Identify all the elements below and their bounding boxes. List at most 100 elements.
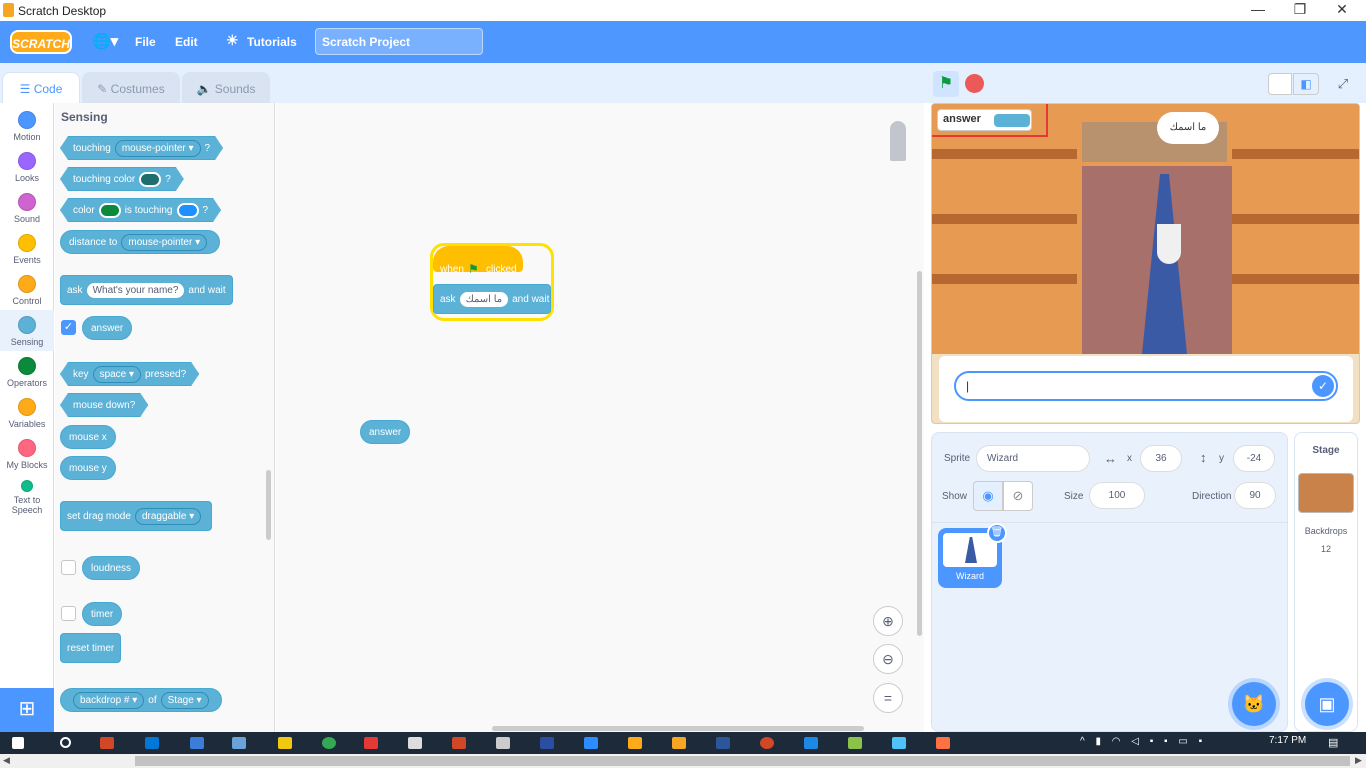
attribute-dropdown[interactable]: backdrop # ▾ bbox=[73, 691, 145, 709]
code-workspace[interactable]: when ⚑ clicked ask ما اسمك and wait answ… bbox=[276, 103, 924, 732]
app-icon[interactable] bbox=[100, 737, 114, 749]
windows-start-icon[interactable] bbox=[12, 737, 24, 749]
zoom-out-icon[interactable]: ⊖ bbox=[873, 644, 903, 674]
block-touching[interactable]: touching mouse-pointer ▾ ? bbox=[60, 136, 223, 160]
app-icon[interactable] bbox=[452, 737, 466, 749]
mail-icon[interactable] bbox=[190, 737, 204, 749]
powerpoint-icon[interactable] bbox=[760, 737, 774, 749]
palette-scrollbar[interactable] bbox=[266, 470, 271, 540]
block-key-pressed[interactable]: key space ▾ pressed? bbox=[60, 362, 199, 386]
category-events[interactable]: Events bbox=[0, 228, 54, 269]
size-input[interactable]: 100 bbox=[1089, 482, 1145, 509]
fullscreen-icon[interactable]: ⤢ bbox=[1330, 73, 1356, 95]
category-text-to-speech[interactable]: Text to Speech bbox=[0, 474, 54, 524]
category-sensing[interactable]: Sensing bbox=[0, 310, 54, 351]
stop-icon[interactable] bbox=[965, 74, 984, 93]
delete-trash-icon[interactable]: 🗑 bbox=[987, 523, 1007, 543]
app-icon[interactable] bbox=[804, 737, 818, 749]
sprite-name-input[interactable]: Wizard bbox=[976, 445, 1090, 472]
block-answer[interactable]: answer bbox=[82, 316, 133, 340]
stage-canvas[interactable]: answer ما اسمك | ✓ bbox=[931, 103, 1360, 424]
category-control[interactable]: Control bbox=[0, 269, 54, 310]
key-dropdown[interactable]: space ▾ bbox=[93, 366, 141, 383]
small-stage-icon[interactable] bbox=[1268, 73, 1292, 95]
scroll-left-icon[interactable]: ◀ bbox=[3, 755, 10, 766]
category-variables[interactable]: Variables bbox=[0, 392, 54, 433]
scratch-taskbar-icon[interactable] bbox=[628, 737, 642, 749]
timer-checkbox[interactable] bbox=[61, 606, 76, 621]
green-flag-icon[interactable]: ⚑ bbox=[933, 71, 959, 97]
submit-check-icon[interactable]: ✓ bbox=[1312, 375, 1334, 397]
block-mouse-y[interactable]: mouse y bbox=[60, 456, 116, 480]
category-motion[interactable]: Motion bbox=[0, 105, 54, 146]
category-operators[interactable]: Operators bbox=[0, 351, 54, 392]
touching-dropdown[interactable]: mouse-pointer ▾ bbox=[115, 140, 201, 157]
scroll-right-icon[interactable]: ▶ bbox=[1355, 755, 1362, 766]
word-icon[interactable] bbox=[716, 737, 730, 749]
distance-dropdown[interactable]: mouse-pointer ▾ bbox=[121, 233, 208, 251]
block-ask-and-wait[interactable]: ask What's your name? and wait bbox=[60, 275, 233, 305]
block-when-flag-clicked[interactable]: when ⚑ clicked bbox=[433, 246, 523, 276]
drag-dropdown[interactable]: draggable ▾ bbox=[134, 507, 202, 525]
project-title-input[interactable]: Scratch Project bbox=[315, 28, 483, 55]
tab-costumes[interactable]: ✎ Costumes bbox=[82, 72, 180, 103]
workspace-vscrollbar[interactable] bbox=[917, 271, 922, 636]
premiere-icon[interactable] bbox=[540, 737, 554, 749]
app-icon[interactable] bbox=[936, 737, 950, 749]
show-visible-icon[interactable]: ◉ bbox=[973, 481, 1003, 511]
acrobat-icon[interactable] bbox=[364, 737, 378, 749]
direction-input[interactable]: 90 bbox=[1234, 482, 1276, 509]
category-my-blocks[interactable]: My Blocks bbox=[0, 433, 54, 474]
app-icon[interactable] bbox=[672, 737, 686, 749]
app-icon[interactable] bbox=[232, 737, 246, 749]
zoom-in-icon[interactable]: ⊕ bbox=[873, 606, 903, 636]
block-ask-and-wait-script[interactable]: ask ما اسمك and wait bbox=[433, 284, 551, 314]
stage-selector[interactable]: Stage Backdrops 12 ▣ bbox=[1294, 432, 1358, 732]
block-color-is-touching[interactable]: color is touching ? bbox=[60, 198, 221, 222]
choose-sprite-cat-icon[interactable]: 🐱 bbox=[1232, 682, 1276, 726]
block-mouse-down[interactable]: mouse down? bbox=[60, 393, 148, 417]
ask-input[interactable]: ما اسمك bbox=[459, 291, 509, 307]
block-distance-to[interactable]: distance to mouse-pointer ▾ bbox=[60, 230, 221, 254]
page-hscrollbar[interactable]: ◀ ▶ bbox=[0, 754, 1366, 768]
language-globe-icon[interactable]: 🌐▾ bbox=[92, 32, 118, 50]
block-mouse-x[interactable]: mouse x bbox=[60, 425, 116, 449]
category-looks[interactable]: Looks bbox=[0, 146, 54, 187]
app-icon[interactable] bbox=[496, 737, 510, 749]
search-icon[interactable] bbox=[60, 737, 71, 748]
edit-menu[interactable]: Edit bbox=[175, 35, 198, 49]
tab-code[interactable]: ☰ Code bbox=[2, 72, 80, 103]
file-explorer-icon[interactable] bbox=[278, 737, 292, 749]
scratch-logo[interactable]: SCRATCH bbox=[10, 30, 72, 54]
sprite-thumbnail-wizard[interactable]: Wizard 🗑 bbox=[938, 523, 1007, 588]
clock[interactable]: 7:17 PM bbox=[1269, 735, 1306, 746]
object-dropdown[interactable]: Stage ▾ bbox=[160, 691, 209, 709]
y-input[interactable]: -24 bbox=[1233, 445, 1275, 472]
x-input[interactable]: 36 bbox=[1140, 445, 1182, 472]
color-swatch[interactable] bbox=[139, 172, 161, 187]
normal-stage-icon[interactable]: ◧ bbox=[1293, 73, 1319, 95]
color-swatch[interactable] bbox=[177, 203, 199, 218]
zoom-reset-icon[interactable]: = bbox=[873, 683, 903, 713]
scroll-thumb[interactable] bbox=[135, 756, 1350, 766]
app-icon[interactable] bbox=[408, 737, 422, 749]
close-button[interactable]: ✕ bbox=[1322, 1, 1362, 19]
block-answer-loose[interactable]: answer bbox=[360, 420, 411, 444]
workspace-hscrollbar[interactable] bbox=[492, 726, 864, 731]
hide-icon[interactable]: ⊘ bbox=[1003, 481, 1033, 511]
restore-button[interactable]: ❐ bbox=[1280, 1, 1320, 19]
block-timer[interactable]: timer bbox=[82, 602, 123, 626]
block-loudness[interactable]: loudness bbox=[82, 556, 141, 580]
block-reset-timer[interactable]: reset timer bbox=[60, 633, 122, 663]
block-set-drag-mode[interactable]: set drag mode draggable ▾ bbox=[60, 501, 213, 531]
app-icon[interactable] bbox=[848, 737, 862, 749]
loudness-checkbox[interactable] bbox=[61, 560, 76, 575]
tutorials-menu[interactable]: Tutorials bbox=[247, 35, 297, 49]
chrome-icon[interactable] bbox=[322, 737, 336, 749]
edge-icon[interactable] bbox=[145, 737, 159, 749]
answer-checkbox[interactable]: ✓ bbox=[61, 320, 76, 335]
block-touching-color[interactable]: touching color ? bbox=[60, 167, 184, 191]
minimize-button[interactable]: — bbox=[1238, 1, 1278, 19]
color-swatch[interactable] bbox=[99, 203, 121, 218]
category-sound[interactable]: Sound bbox=[0, 187, 54, 228]
